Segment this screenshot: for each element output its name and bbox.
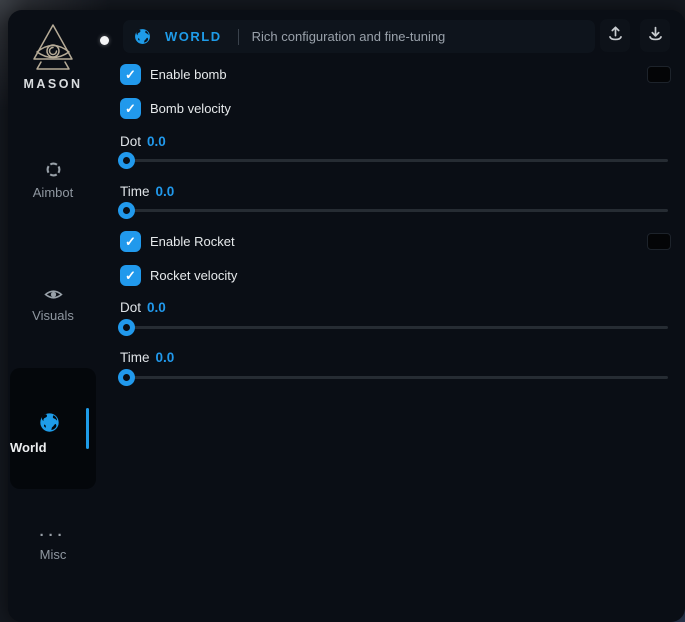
slider-thumb[interactable] [118,369,135,386]
slider-track[interactable] [120,159,668,162]
header-divider [238,29,239,45]
checkbox-label: Rocket velocity [150,268,237,283]
selected-tab-accent-bar [86,408,89,449]
slider-value: 0.0 [156,350,175,365]
page-header[interactable]: WORLD Rich configuration and fine-tuning [123,20,595,53]
enable-rocket-row: ✓ Enable Rocket [120,231,235,252]
sidebar-item-misc[interactable]: ··· Misc [8,531,98,562]
slider-thumb[interactable] [118,202,135,219]
crosshair-dot [100,36,109,45]
sidebar-item-world-selected[interactable]: World [10,368,96,489]
bomb-velocity-checkbox[interactable]: ✓ [120,98,141,119]
slider-name: Time [120,350,150,365]
slider-thumb[interactable] [118,319,135,336]
rocket-time-slider[interactable] [120,369,668,386]
enable-bomb-checkbox[interactable]: ✓ [120,64,141,85]
globe-icon [134,28,151,45]
slider-track[interactable] [120,209,668,212]
eye-icon [8,287,98,302]
slider-name: Dot [120,134,141,149]
slider-value: 0.0 [156,184,175,199]
main-panel: WORLD Rich configuration and fine-tuning… [110,10,685,622]
ellipsis-icon: ··· [8,531,98,541]
upload-icon [607,25,624,47]
app-logo-label: MASON [8,77,98,91]
rocket-velocity-checkbox[interactable]: ✓ [120,265,141,286]
download-config-button[interactable] [640,19,670,52]
slider-name: Dot [120,300,141,315]
page-subtitle: Rich configuration and fine-tuning [252,29,446,44]
enable-rocket-checkbox[interactable]: ✓ [120,231,141,252]
bomb-dot-slider[interactable] [120,152,668,169]
masonic-eye-logo-icon [8,23,98,73]
checkbox-label: Bomb velocity [150,101,231,116]
rocket-dot-slider[interactable] [120,319,668,336]
checkbox-label: Enable bomb [150,67,227,82]
bomb-time-slider[interactable] [120,202,668,219]
sidebar-item-aimbot[interactable]: Aimbot [8,160,98,200]
mason-menu-window: MASON Aimbot Visuals [8,10,685,622]
globe-icon [10,412,88,433]
sidebar: MASON Aimbot Visuals [8,10,110,622]
slider-value: 0.0 [147,134,166,149]
crosshair-icon [8,160,98,179]
rocket-color-swatch[interactable] [647,233,671,250]
sidebar-item-label: Aimbot [8,185,98,200]
slider-track[interactable] [120,376,668,379]
slider-track[interactable] [120,326,668,329]
slider-value: 0.0 [147,300,166,315]
app-logo: MASON [8,23,98,91]
bomb-dot-slider-label: Dot 0.0 [120,134,166,149]
bomb-color-swatch[interactable] [647,66,671,83]
enable-bomb-row: ✓ Enable bomb [120,64,227,85]
download-icon [647,25,664,47]
sidebar-item-label: Visuals [8,308,98,323]
bomb-time-slider-label: Time 0.0 [120,184,174,199]
page-title: WORLD [165,29,222,44]
rocket-time-slider-label: Time 0.0 [120,350,174,365]
slider-thumb[interactable] [118,152,135,169]
sidebar-item-label: Misc [8,547,98,562]
checkbox-label: Enable Rocket [150,234,235,249]
upload-config-button[interactable] [600,19,630,52]
rocket-dot-slider-label: Dot 0.0 [120,300,166,315]
rocket-velocity-row: ✓ Rocket velocity [120,265,237,286]
sidebar-item-label: World [10,440,88,455]
slider-name: Time [120,184,150,199]
bomb-velocity-row: ✓ Bomb velocity [120,98,231,119]
sidebar-item-visuals[interactable]: Visuals [8,287,98,323]
